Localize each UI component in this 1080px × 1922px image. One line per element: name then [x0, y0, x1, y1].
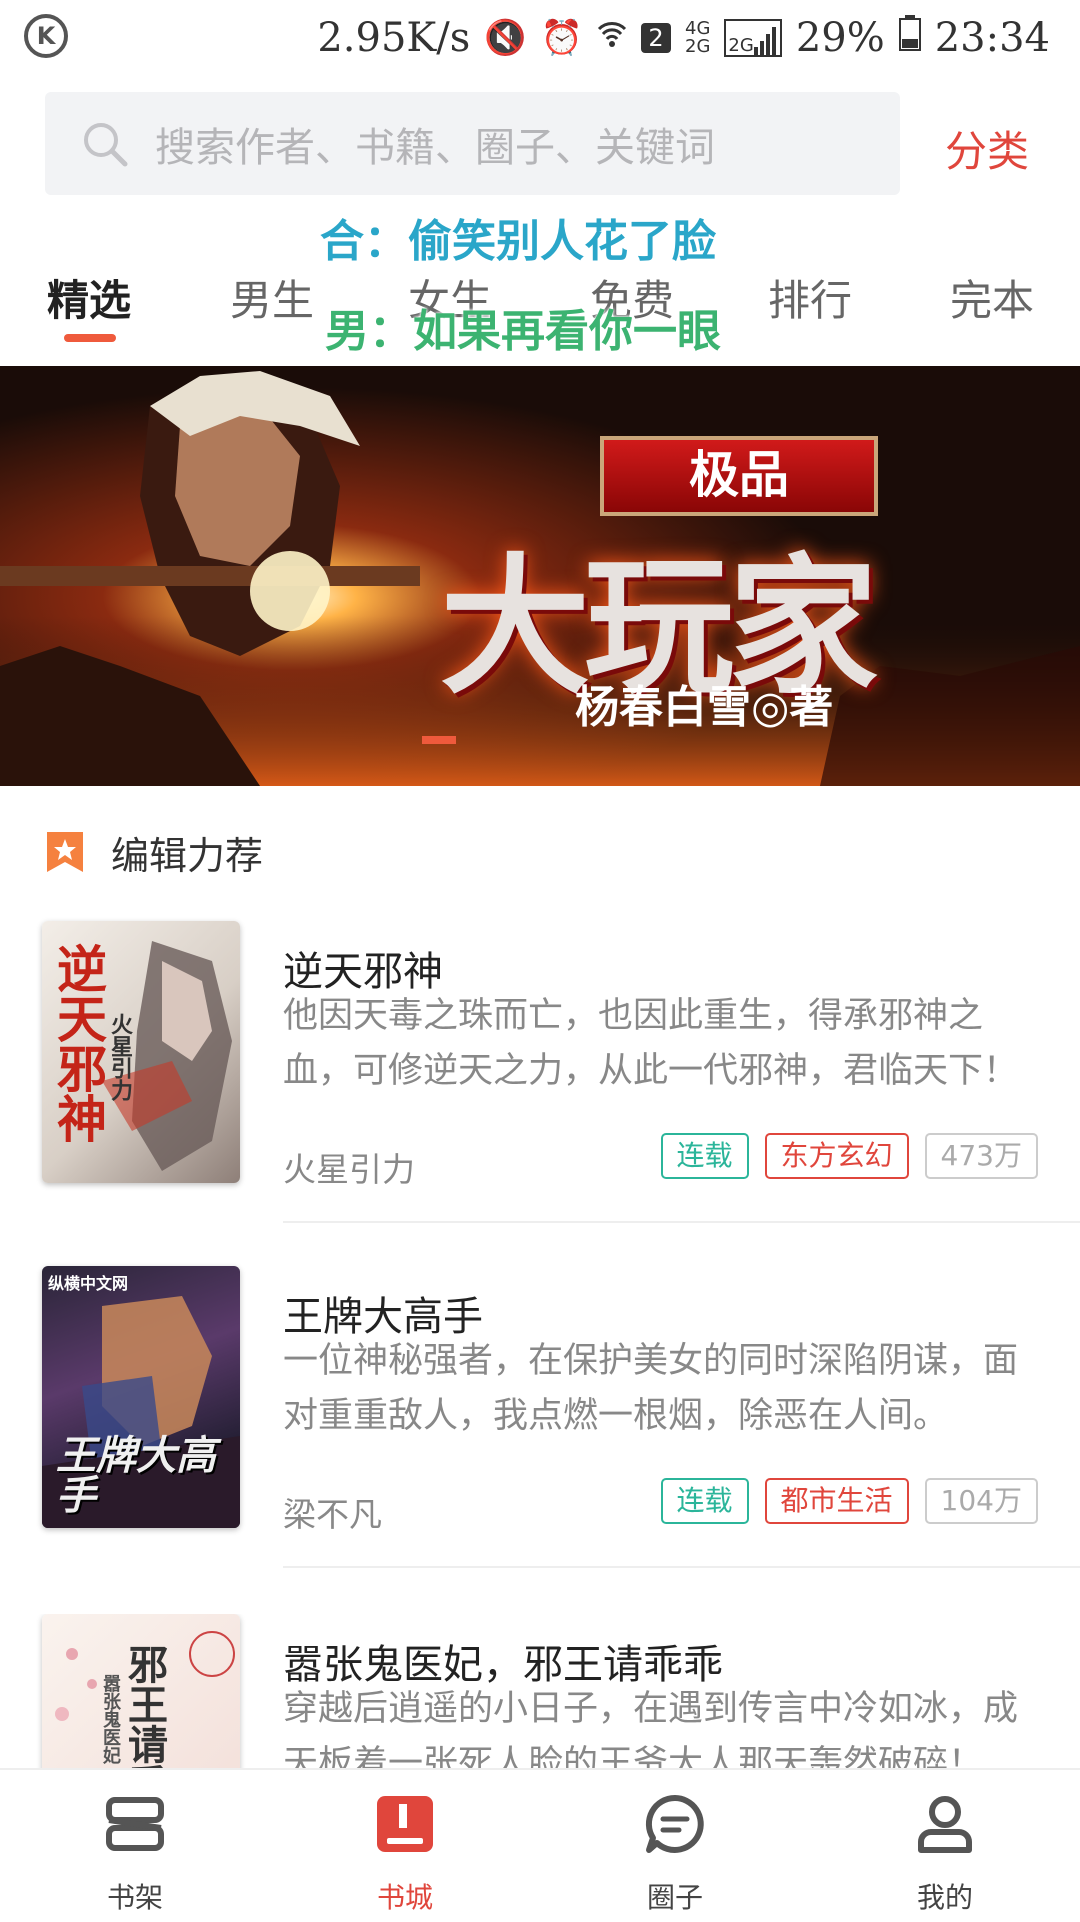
- nav-bookshelf[interactable]: 书架: [0, 1770, 270, 1922]
- category-button[interactable]: 分类: [945, 118, 1029, 179]
- sim-slot-badge: 2: [641, 22, 671, 53]
- bookshelf-icon: [106, 1797, 164, 1851]
- status-tag: 连载: [660, 1133, 749, 1179]
- book-author: 梁不凡: [283, 1495, 382, 1534]
- cover-title: 王牌大高手: [56, 1433, 216, 1519]
- book-cover[interactable]: 纵横中文网 王牌大高手: [42, 1266, 240, 1528]
- banner-page-indicator: [422, 736, 456, 744]
- divider: [283, 1221, 1080, 1223]
- book-description: 一位神秘强者，在保护美女的同时深陷阴谋，面对重重敌人，我点燃一根烟，除恶在人间。: [283, 1341, 1019, 1436]
- banner-author: 杨春白雪◎著: [575, 682, 834, 733]
- book-cover[interactable]: 邪王请乖乖 嚣张鬼医妃: [42, 1614, 240, 1768]
- word-count-tag: 104万: [924, 1478, 1038, 1524]
- book-description: 穿越后逍遥的小日子，在遇到传言中冷如冰，成天板着一张死人脸的王爷大人那天轰然破碎…: [283, 1689, 1019, 1768]
- nav-profile[interactable]: 我的: [810, 1770, 1080, 1922]
- book-item[interactable]: 逆天邪神 火星引力 逆天邪神 他因天毒之珠而亡，也因此重生，得承邪神之血，可修逆…: [0, 921, 1080, 1261]
- divider: [283, 1566, 1080, 1568]
- net2-label: 2G: [728, 34, 754, 56]
- battery-percent: 29%: [795, 14, 885, 61]
- net-bottom-label: 2G: [685, 35, 711, 57]
- section-title: 编辑力荐: [111, 833, 264, 878]
- battery-icon: [898, 14, 921, 61]
- status-right: 2.95K/s 🔇 ⏰ 2 4G 2G 2G 29% 23:34: [317, 0, 1050, 75]
- cover-title: 逆天邪神: [49, 943, 108, 1143]
- cover-author: 火星引力: [107, 1013, 133, 1101]
- bookmark-star-icon: [47, 832, 83, 872]
- tab-ranking[interactable]: 排行: [768, 267, 852, 328]
- cover-title: 邪王请乖乖: [121, 1644, 168, 1768]
- book-item[interactable]: 纵横中文网 王牌大高手 王牌大高手 一位神秘强者，在保护美女的同时深陷阴谋，面对…: [0, 1266, 1080, 1606]
- alarm-icon: ⏰: [540, 17, 583, 58]
- cover-brand: 纵横中文网: [48, 1274, 129, 1293]
- book-author: 火星引力: [283, 1150, 415, 1189]
- section-header: 编辑力荐: [45, 822, 263, 882]
- search-bar[interactable]: 搜索作者、书籍、圈子、关键词: [45, 92, 900, 195]
- app-k-icon: K: [24, 14, 68, 58]
- book-store-icon: [377, 1796, 433, 1852]
- nav-label: 圈子: [646, 1881, 703, 1914]
- lyric-line-2: 男：如果再看你一眼: [325, 306, 721, 357]
- genre-tag: 东方玄幻: [764, 1133, 909, 1179]
- network-speed: 2.95K/s: [317, 14, 471, 61]
- book-item[interactable]: 邪王请乖乖 嚣张鬼医妃 嚣张鬼医妃，邪王请乖乖 穿越后逍遥的小日子，在遇到传言中…: [0, 1614, 1080, 1768]
- search-icon: [84, 122, 128, 166]
- clock-time: 23:34: [934, 14, 1050, 61]
- search-placeholder: 搜索作者、书籍、圈子、关键词: [155, 124, 715, 171]
- genre-tag: 都市生活: [764, 1478, 909, 1524]
- tab-featured[interactable]: 精选: [47, 267, 131, 328]
- cover-subtitle: 嚣张鬼医妃: [100, 1674, 121, 1764]
- nav-label: 书城: [376, 1881, 433, 1914]
- status-bar: K 2.95K/s 🔇 ⏰ 2 4G 2G 2G 29% 23:34: [0, 0, 1080, 75]
- chat-bubble-icon: [645, 1794, 704, 1853]
- net-top-label: 4G: [685, 17, 711, 39]
- tab-indicator: [64, 334, 116, 342]
- book-description: 他因天毒之珠而亡，也因此重生，得承邪神之血，可修逆天之力，从此一代邪神，君临天下…: [283, 996, 1019, 1091]
- word-count-tag: 473万: [924, 1133, 1038, 1179]
- wifi-icon: [597, 17, 627, 58]
- tab-male[interactable]: 男生: [230, 267, 314, 328]
- nav-bookstore[interactable]: 书城: [270, 1770, 540, 1922]
- nav-label: 我的: [916, 1881, 973, 1914]
- signal-4g-icon: 4G 2G: [685, 17, 711, 57]
- book-tags: 连载 东方玄幻 473万: [660, 1133, 1038, 1179]
- svg-text:K: K: [37, 22, 57, 50]
- lyric-line-1: 合：偷笑别人花了脸: [320, 216, 716, 267]
- tab-completed[interactable]: 完本: [950, 267, 1034, 328]
- promo-banner[interactable]: 极品 大玩家 杨春白雪◎著: [0, 366, 1080, 786]
- nav-label: 书架: [106, 1881, 163, 1914]
- mute-icon: 🔇: [484, 17, 527, 58]
- status-tag: 连载: [660, 1478, 749, 1524]
- nav-circle[interactable]: 圈子: [540, 1770, 810, 1922]
- book-cover[interactable]: 逆天邪神 火星引力: [42, 921, 240, 1183]
- book-tags: 连载 都市生活 104万: [660, 1478, 1038, 1524]
- signal-2g-icon: 2G: [724, 18, 782, 57]
- bottom-nav: 书架 书城 圈子 我的: [0, 1768, 1080, 1922]
- user-icon: [918, 1796, 972, 1853]
- banner-badge: 极品: [600, 436, 878, 516]
